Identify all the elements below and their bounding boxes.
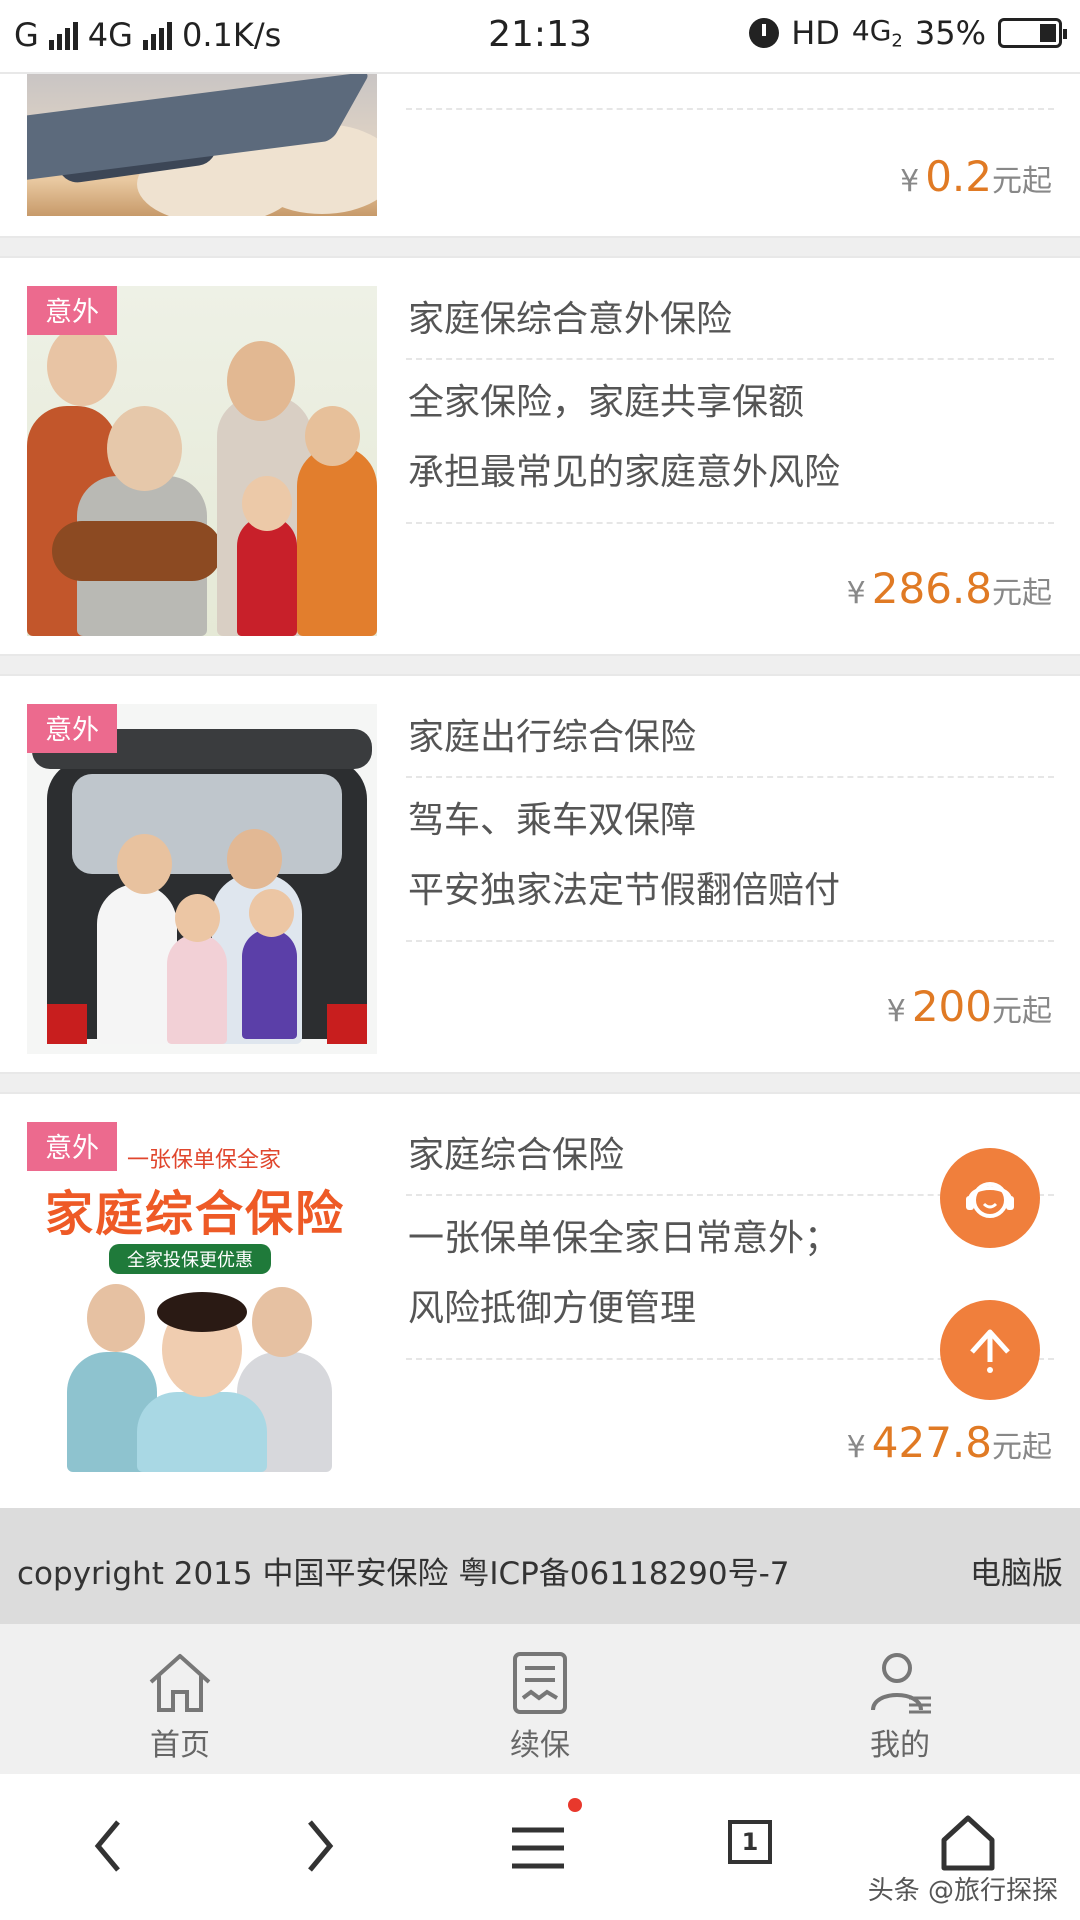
hd-label: HD [791, 14, 840, 52]
tabs-icon: 1 [728, 1820, 772, 1864]
product-desc-line2: 承担最常见的家庭意外风险 [408, 452, 841, 493]
product-desc-line1: 全家保险，家庭共享保额 [408, 382, 805, 423]
price: ¥ 200 元起 [886, 982, 1052, 1031]
pc-version-link[interactable]: 电脑版 [970, 1548, 1063, 1593]
alarm-icon [749, 18, 780, 48]
product-card-flight[interactable]: ¥ 0.2 元起 [0, 72, 1080, 238]
product-image-family [27, 286, 377, 636]
product-desc-line2: 平安独家法定节假翻倍赔付 [408, 870, 841, 911]
image-banner: 全家投保更优惠 [109, 1244, 271, 1274]
tab-renew[interactable]: 续保 [460, 1650, 620, 1764]
customer-service-button[interactable] [940, 1148, 1040, 1248]
arrow-up-icon [970, 1329, 1010, 1373]
tabs-button[interactable]: 1 [728, 1820, 772, 1864]
category-tag: 意外 [27, 286, 117, 335]
home-icon [149, 1654, 211, 1712]
back-to-top-button[interactable] [940, 1300, 1040, 1400]
product-card-family-accident[interactable]: 意外 家庭保综合意外保险 全家保险，家庭共享保额 承担最常见的家庭意外风险 ¥ … [0, 256, 1080, 656]
notification-dot [568, 1798, 582, 1812]
watermark-text: 头条 @旅行探探 [867, 1876, 1058, 1906]
forward-button[interactable] [300, 1814, 340, 1882]
battery-icon [998, 18, 1067, 48]
battery-percent: 35% [914, 14, 986, 52]
product-title[interactable]: 家庭出行综合保险 [408, 708, 696, 760]
product-title[interactable]: 家庭综合保险 [408, 1126, 624, 1178]
category-tag: 意外 [27, 1122, 117, 1171]
copyright-bar: copyright 2015 中国平安保险 粤ICP备06118290号-7 电… [0, 1508, 1080, 1624]
product-desc-line1: 一张保单保全家日常意外； [408, 1218, 841, 1259]
product-image-airplane [27, 74, 377, 216]
product-card-family-comprehensive[interactable]: 一张保单保全家 家庭综合保险 全家投保更优惠 意外 家庭综合保险 一张保单保全家… [0, 1092, 1080, 1510]
chevron-right-icon [308, 1820, 334, 1872]
tab-home-label: 首页 [150, 1728, 210, 1763]
product-title[interactable]: 家庭保综合意外保险 [408, 290, 732, 342]
price: ¥ 286.8 元起 [846, 564, 1052, 613]
status-right: HD 4G2 35% [749, 14, 1067, 52]
price: ¥ 0.2 元起 [900, 152, 1052, 201]
menu-icon [512, 1827, 564, 1869]
tab-home[interactable]: 首页 [100, 1650, 260, 1764]
image-subtitle: 一张保单保全家 [127, 1148, 282, 1173]
product-desc-line2: 风险抵御方便管理 [408, 1288, 697, 1329]
product-card-family-travel[interactable]: 意外 家庭出行综合保险 驾车、乘车双保障 平安独家法定节假翻倍赔付 ¥ 200 … [0, 674, 1080, 1074]
browser-toolbar: 1 头条 @旅行探探 [0, 1774, 1080, 1920]
product-image-family-comprehensive: 一张保单保全家 家庭综合保险 全家投保更优惠 [27, 1122, 377, 1472]
price: ¥ 427.8 元起 [846, 1418, 1052, 1467]
user-icon [871, 1653, 931, 1714]
renew-document-icon [513, 1652, 567, 1714]
menu-button[interactable] [510, 1798, 582, 1876]
customer-service-icon [966, 1182, 1014, 1218]
category-tag: 意外 [27, 704, 117, 753]
copyright-text: copyright 2015 中国平安保险 粤ICP备06118290号-7 [17, 1556, 790, 1592]
home-outline-icon [941, 1815, 995, 1871]
tab-renew-label: 续保 [510, 1728, 570, 1763]
chevron-left-icon [94, 1820, 120, 1872]
image-headline: 家庭综合保险 [45, 1186, 346, 1242]
back-button[interactable] [88, 1814, 128, 1882]
tab-count: 1 [741, 1828, 759, 1856]
browser-home-button[interactable] [940, 1812, 996, 1876]
product-desc-line1: 驾车、乘车双保障 [408, 800, 697, 841]
tab-mine-label: 我的 [870, 1728, 930, 1763]
status-bar: G 4G 0.1K/s 21:13 HD 4G2 35% [0, 0, 1080, 72]
tab-mine[interactable]: 我的 [820, 1650, 980, 1764]
bottom-tab-bar: 首页 续保 我的 [0, 1624, 1080, 1775]
network-right: 4G2 [851, 14, 903, 52]
product-image-car-family [27, 704, 377, 1054]
